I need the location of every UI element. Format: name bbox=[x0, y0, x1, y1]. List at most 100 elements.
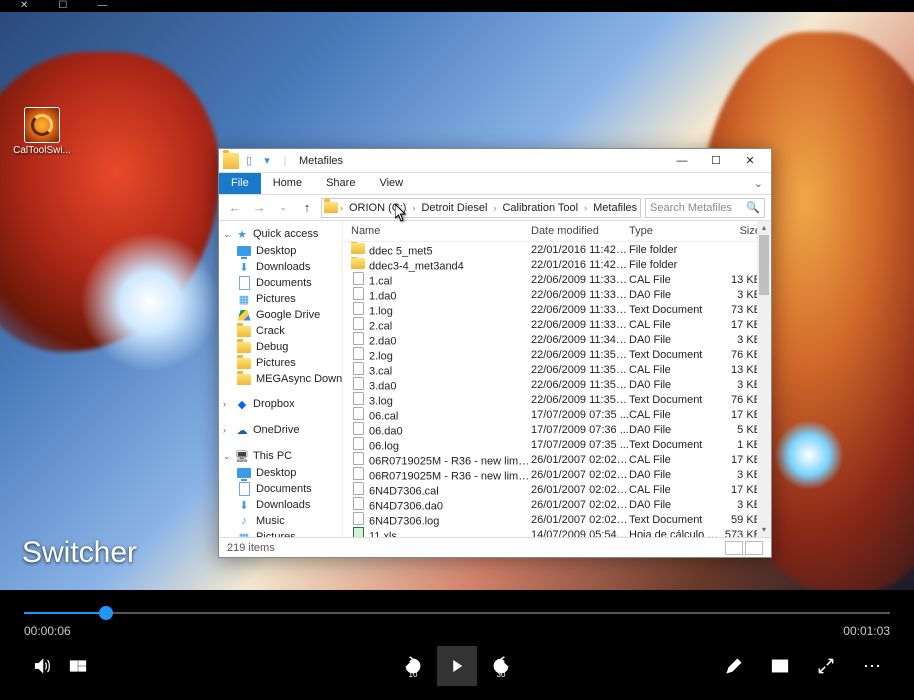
file-icon bbox=[351, 526, 365, 537]
ribbon-tab-share[interactable]: Share bbox=[314, 173, 367, 194]
file-icon bbox=[351, 286, 365, 300]
navpane-item-debug[interactable]: Debug bbox=[219, 339, 342, 355]
explorer-titlebar[interactable]: ▯ ▾ | Metafiles — ☐ ✕ bbox=[219, 149, 771, 173]
column-headers[interactable]: Name Date modified Type Size bbox=[343, 221, 771, 242]
file-row[interactable]: 06R0719025M - R36 - new limits.da026/01/… bbox=[343, 467, 771, 482]
scroll-down-icon[interactable]: ▾ bbox=[757, 523, 771, 537]
chevron-right-icon[interactable]: › bbox=[491, 203, 498, 213]
navpane-item-pictures[interactable]: ▦Pictures bbox=[219, 291, 342, 307]
download-icon: ⬇ bbox=[237, 260, 251, 274]
navpane-item-desktop[interactable]: Desktop bbox=[219, 243, 342, 259]
navpane-dropbox[interactable]: ›◆Dropbox bbox=[219, 395, 342, 413]
column-type[interactable]: Type bbox=[629, 225, 719, 237]
computer-icon: 🖥 bbox=[235, 449, 249, 463]
file-row[interactable]: 6N4D7306.da026/01/2007 02:02 a...DA0 Fil… bbox=[343, 497, 771, 512]
ribbon-tab-view[interactable]: View bbox=[367, 173, 415, 194]
navpane-item-crack[interactable]: Crack bbox=[219, 323, 342, 339]
navpane-item-desktop[interactable]: Desktop bbox=[219, 465, 342, 481]
more-button[interactable]: ⋯ bbox=[854, 648, 890, 684]
file-row[interactable]: 6N4D7306.log26/01/2007 02:02 a...Text Do… bbox=[343, 512, 771, 527]
app-minimize-icon[interactable]: — bbox=[97, 0, 107, 12]
file-row[interactable]: 11.xls14/07/2009 05:54 a...Hoja de cálcu… bbox=[343, 527, 771, 537]
file-row[interactable]: 2.da022/06/2009 11:34 a...DA0 File3 KB bbox=[343, 332, 771, 347]
mini-view-button[interactable] bbox=[762, 648, 798, 684]
background-glow bbox=[80, 232, 220, 372]
navpane-item-googledrive[interactable]: Google Drive bbox=[219, 307, 342, 323]
file-row[interactable]: ddec3-4_met3and422/01/2016 11:42 a...Fil… bbox=[343, 257, 771, 272]
document-icon bbox=[237, 276, 251, 290]
file-row[interactable]: 3.da022/06/2009 11:35 a...DA0 File3 KB bbox=[343, 377, 771, 392]
navpane-this-pc[interactable]: ⌄🖥This PC bbox=[219, 447, 342, 465]
skip-back-button[interactable]: 10 bbox=[395, 648, 431, 684]
breadcrumb[interactable]: › ORION (C:) › Detroit Diesel › Calibrat… bbox=[321, 198, 641, 218]
nav-back-button[interactable]: ← bbox=[225, 198, 245, 218]
search-input[interactable]: Search Metafiles 🔍 bbox=[645, 198, 765, 218]
volume-button[interactable] bbox=[24, 648, 60, 684]
file-row[interactable]: 3.cal22/06/2009 11:35 a...CAL File13 KB bbox=[343, 362, 771, 377]
video-title: Switcher bbox=[22, 536, 137, 570]
video-player-controls: 00:00:06 00:01:03 10 30 bbox=[0, 602, 914, 700]
seek-bar[interactable] bbox=[24, 602, 890, 624]
scrollbar-thumb[interactable] bbox=[759, 235, 769, 295]
breadcrumb-seg[interactable]: Metafiles bbox=[589, 202, 641, 214]
file-row[interactable]: ddec 5_met522/01/2016 11:42 a...File fol… bbox=[343, 242, 771, 257]
video-viewport[interactable]: CalToolSwi... ▯ ▾ | Metafiles — ☐ ✕ File… bbox=[0, 12, 914, 590]
app-restore-icon[interactable]: ☐ bbox=[58, 0, 67, 12]
column-date[interactable]: Date modified bbox=[531, 225, 629, 237]
file-row[interactable]: 2.log22/06/2009 11:35 a...Text Document7… bbox=[343, 347, 771, 362]
file-icon bbox=[351, 436, 365, 450]
breadcrumb-seg[interactable]: Calibration Tool bbox=[498, 202, 582, 214]
seek-thumb[interactable] bbox=[99, 606, 113, 620]
fullscreen-button[interactable] bbox=[808, 648, 844, 684]
thumbnails-button[interactable] bbox=[60, 648, 96, 684]
column-name[interactable]: Name bbox=[351, 225, 531, 237]
file-row[interactable]: 3.log22/06/2009 11:35 a...Text Document7… bbox=[343, 392, 771, 407]
ribbon-expand-icon[interactable]: ⌄ bbox=[746, 173, 771, 194]
file-row[interactable]: 2.cal22/06/2009 11:33 a...CAL File17 KB bbox=[343, 317, 771, 332]
view-details-icon[interactable] bbox=[725, 541, 743, 555]
navpane-item-documents[interactable]: Documents bbox=[219, 275, 342, 291]
chevron-right-icon[interactable]: › bbox=[338, 203, 345, 213]
navpane-item-downloads[interactable]: ⬇Downloads bbox=[219, 259, 342, 275]
file-row[interactable]: 06.log17/07/2009 07:35 ...Text Document1… bbox=[343, 437, 771, 452]
file-row[interactable]: 06R0719025M - R36 - new limits.cal26/01/… bbox=[343, 452, 771, 467]
qat-properties-icon[interactable]: ▯ bbox=[241, 153, 257, 169]
scroll-up-icon[interactable]: ▴ bbox=[757, 221, 771, 235]
file-row[interactable]: 1.cal22/06/2009 11:33 a...CAL File13 KB bbox=[343, 272, 771, 287]
scrollbar-vertical[interactable]: ▴ ▾ bbox=[757, 221, 771, 537]
edit-button[interactable] bbox=[716, 648, 752, 684]
file-row[interactable]: 1.da022/06/2009 11:33 a...DA0 File3 KB bbox=[343, 287, 771, 302]
file-row[interactable]: 06.cal17/07/2009 07:35 ...CAL File17 KB bbox=[343, 407, 771, 422]
cloud-icon: ☁ bbox=[235, 423, 249, 437]
minimize-button[interactable]: — bbox=[665, 151, 699, 171]
window-title: Metafiles bbox=[299, 155, 665, 167]
navpane-item-pictures[interactable]: Pictures bbox=[219, 355, 342, 371]
navpane-item-megasync[interactable]: MEGAsync Down bbox=[219, 371, 342, 387]
ribbon-tab-home[interactable]: Home bbox=[261, 173, 314, 194]
file-row[interactable]: 6N4D7306.cal26/01/2007 02:02 a...CAL Fil… bbox=[343, 482, 771, 497]
breadcrumb-seg[interactable]: Detroit Diesel bbox=[417, 202, 491, 214]
navpane-item-pictures[interactable]: ▦Pictures bbox=[219, 529, 342, 537]
navpane-item-music[interactable]: ♪Music bbox=[219, 513, 342, 529]
qat-newfolder-icon[interactable]: ▾ bbox=[259, 153, 275, 169]
nav-recent-icon[interactable]: ⌄ bbox=[273, 198, 293, 218]
folder-icon bbox=[351, 257, 365, 271]
ribbon-tab-file[interactable]: File bbox=[219, 173, 261, 194]
navpane-item-documents[interactable]: Documents bbox=[219, 481, 342, 497]
skip-forward-button[interactable]: 30 bbox=[483, 648, 519, 684]
app-close-icon[interactable]: ✕ bbox=[20, 0, 28, 12]
nav-up-button[interactable]: ↑ bbox=[297, 198, 317, 218]
play-button[interactable] bbox=[437, 646, 477, 686]
chevron-right-icon[interactable]: › bbox=[410, 203, 417, 213]
file-row[interactable]: 06.da017/07/2009 07:36 ...DA0 File5 KB bbox=[343, 422, 771, 437]
maximize-button[interactable]: ☐ bbox=[699, 151, 733, 171]
navpane-quick-access[interactable]: ⌄★Quick access bbox=[219, 225, 342, 243]
desktop-shortcut[interactable]: CalToolSwi... bbox=[12, 107, 72, 156]
view-large-icon[interactable] bbox=[745, 541, 763, 555]
close-button[interactable]: ✕ bbox=[733, 151, 767, 171]
navpane-item-downloads[interactable]: ⬇Downloads bbox=[219, 497, 342, 513]
navpane-onedrive[interactable]: ›☁OneDrive bbox=[219, 421, 342, 439]
skip-back-label: 10 bbox=[409, 670, 418, 679]
file-row[interactable]: 1.log22/06/2009 11:33 a...Text Document7… bbox=[343, 302, 771, 317]
chevron-right-icon[interactable]: › bbox=[582, 203, 589, 213]
